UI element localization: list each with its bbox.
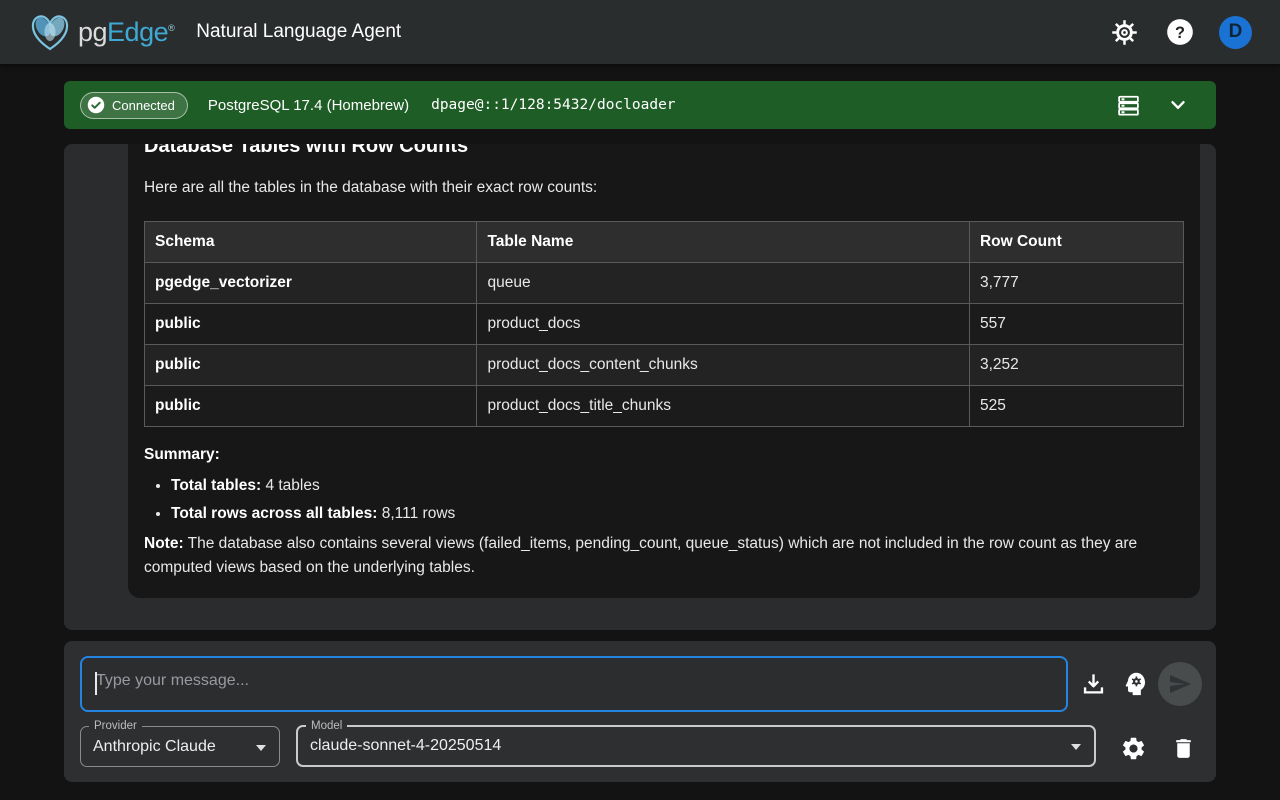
row-counts-table: Schema Table Name Row Count pgedge_vecto… bbox=[144, 221, 1184, 427]
check-circle-icon bbox=[87, 96, 105, 114]
table-name-cell: queue bbox=[477, 263, 969, 304]
note-text: The database also contains several views… bbox=[144, 535, 1137, 576]
connection-string: dpage@::1/128:5432/docloader bbox=[431, 97, 675, 113]
send-button[interactable] bbox=[1158, 662, 1202, 706]
chevron-down-icon bbox=[256, 745, 266, 751]
note-label: Note: bbox=[144, 535, 184, 552]
bullet-label: Total tables: bbox=[171, 477, 261, 494]
pgedge-wordmark: pgEdge® bbox=[78, 19, 174, 46]
row-count-cell: 3,777 bbox=[969, 263, 1183, 304]
connection-status-text: Connected bbox=[112, 98, 175, 113]
table-header-row: Schema Table Name Row Count bbox=[145, 222, 1184, 263]
connection-status-badge: Connected bbox=[80, 92, 188, 119]
text-caret bbox=[95, 672, 97, 695]
table-name-cell: product_docs bbox=[477, 304, 969, 345]
row-count-cell: 557 bbox=[969, 304, 1183, 345]
column-header: Row Count bbox=[969, 222, 1183, 263]
schema-cell: public bbox=[145, 304, 477, 345]
bullet-value: 8,111 rows bbox=[377, 505, 455, 522]
psychology-icon bbox=[1121, 670, 1149, 698]
assistant-message: Database Tables with Row Counts Here are… bbox=[128, 144, 1200, 598]
avatar-initial: D bbox=[1229, 21, 1243, 43]
page-title: Natural Language Agent bbox=[196, 21, 401, 43]
connection-banner: Connected PostgreSQL 17.4 (Homebrew) dpa… bbox=[64, 81, 1216, 129]
model-value: claude-sonnet-4-20250514 bbox=[310, 737, 501, 755]
column-header: Table Name bbox=[477, 222, 969, 263]
settings-button[interactable] bbox=[1107, 15, 1141, 49]
model-label: Model bbox=[306, 720, 347, 732]
table-row: public product_docs_content_chunks 3,252 bbox=[145, 345, 1184, 386]
column-header: Schema bbox=[145, 222, 477, 263]
reasoning-button[interactable] bbox=[1118, 667, 1152, 701]
composer-panel: Provider Anthropic Claude Model claude-s… bbox=[64, 641, 1216, 782]
connection-details-button[interactable] bbox=[1111, 88, 1145, 122]
table-row: pgedge_vectorizer queue 3,777 bbox=[145, 263, 1184, 304]
message-input-wrap bbox=[80, 656, 1068, 712]
model-settings-button[interactable] bbox=[1116, 731, 1150, 765]
list-item: Total tables: 4 tables bbox=[171, 476, 1184, 496]
gear-icon bbox=[1120, 735, 1147, 762]
row-count-cell: 3,252 bbox=[969, 345, 1183, 386]
message-heading: Database Tables with Row Counts bbox=[144, 144, 1184, 158]
schema-cell: public bbox=[145, 345, 477, 386]
provider-value: Anthropic Claude bbox=[93, 738, 216, 756]
server-version: PostgreSQL 17.4 (Homebrew) bbox=[208, 97, 409, 114]
table-name-cell: product_docs_content_chunks bbox=[477, 345, 969, 386]
bullet-label: Total rows across all tables: bbox=[171, 505, 377, 522]
list-item: Total rows across all tables: 8,111 rows bbox=[171, 504, 1184, 524]
help-button[interactable]: ? bbox=[1163, 15, 1197, 49]
help-icon: ? bbox=[1166, 18, 1194, 46]
chevron-down-icon bbox=[1166, 93, 1190, 117]
banner-actions bbox=[1111, 88, 1195, 122]
chevron-down-icon bbox=[1071, 744, 1081, 750]
chat-scroll-area[interactable]: Database Tables with Row Counts Here are… bbox=[64, 144, 1216, 630]
app-root: pgEdge® Natural Language Agent bbox=[0, 0, 1280, 800]
pgedge-logo: pgEdge® bbox=[28, 11, 174, 53]
pgedge-heart-icon bbox=[28, 11, 72, 53]
header-actions: ? D bbox=[1107, 15, 1252, 49]
banner-collapse-button[interactable] bbox=[1161, 88, 1195, 122]
note-paragraph: Note: The database also contains several… bbox=[144, 532, 1184, 580]
send-icon bbox=[1168, 672, 1192, 696]
app-header: pgEdge® Natural Language Agent bbox=[0, 0, 1280, 64]
svg-text:?: ? bbox=[1175, 24, 1185, 42]
summary-heading: Summary: bbox=[144, 446, 1184, 464]
table-row: public product_docs_title_chunks 525 bbox=[145, 386, 1184, 427]
export-chat-button[interactable] bbox=[1076, 667, 1110, 701]
provider-label: Provider bbox=[89, 720, 142, 732]
provider-select[interactable]: Provider Anthropic Claude bbox=[80, 720, 280, 767]
download-icon bbox=[1080, 671, 1107, 698]
trash-icon bbox=[1171, 736, 1196, 761]
user-avatar[interactable]: D bbox=[1219, 16, 1252, 49]
message-intro: Here are all the tables in the database … bbox=[144, 176, 1184, 200]
storage-list-icon bbox=[1116, 93, 1141, 118]
row-count-cell: 525 bbox=[969, 386, 1183, 427]
clear-chat-button[interactable] bbox=[1166, 731, 1200, 765]
schema-cell: pgedge_vectorizer bbox=[145, 263, 477, 304]
table-name-cell: product_docs_title_chunks bbox=[477, 386, 969, 427]
table-row: public product_docs 557 bbox=[145, 304, 1184, 345]
bullet-value: 4 tables bbox=[261, 477, 320, 494]
message-input[interactable] bbox=[82, 658, 1066, 710]
schema-cell: public bbox=[145, 386, 477, 427]
summary-list: Total tables: 4 tables Total rows across… bbox=[144, 476, 1184, 524]
model-select[interactable]: Model claude-sonnet-4-20250514 bbox=[296, 720, 1096, 767]
settings-icon bbox=[1111, 19, 1138, 46]
